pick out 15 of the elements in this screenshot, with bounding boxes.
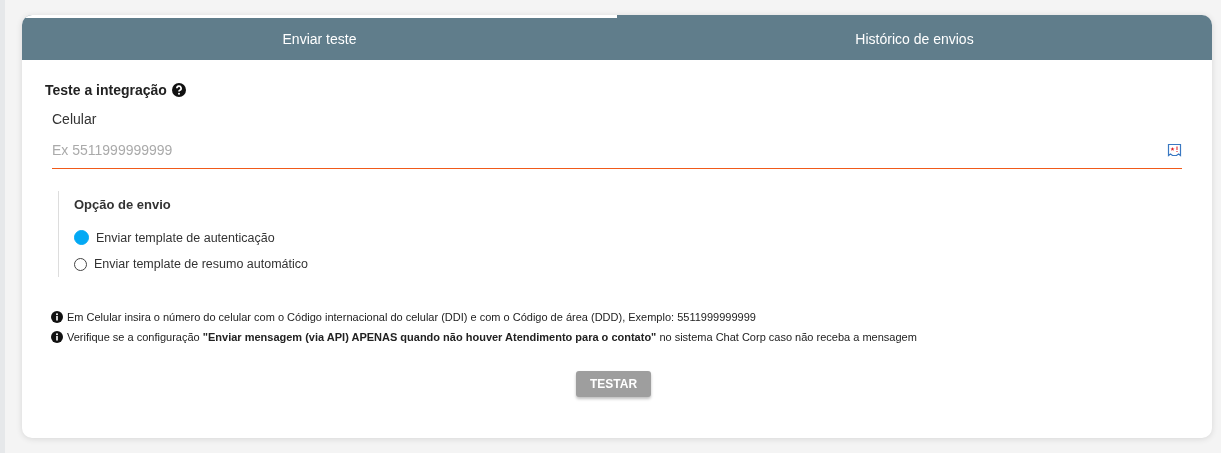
group-title: Opção de envio xyxy=(74,197,172,212)
tab[interactable]: Enviar teste xyxy=(22,15,617,60)
info-note: Verifique se a configuração "Enviar mensagem (via API) APENAS quando não houver Atendimento para o contato" no sistema Chat Corp caso não receba a mensagem xyxy=(67,331,917,343)
section-title: Teste a integração xyxy=(45,82,167,98)
help-icon xyxy=(171,83,186,97)
phone-field[interactable]: Celular Ex 5511999999999 xyxy=(52,110,1182,169)
radio-button[interactable] xyxy=(74,230,89,245)
option-label: Enviar template de autenticação xyxy=(96,230,275,245)
option-label: Enviar template de resumo automático xyxy=(94,257,308,271)
info-icon xyxy=(51,311,63,323)
password-manager-icon xyxy=(1167,142,1182,158)
info-icon xyxy=(51,331,63,343)
field-label: Celular xyxy=(52,111,97,127)
info-note: Em Celular insira o número do celular com o Código internacional do celular (DDI) e com o Código de área (DDD), Exemplo: 5511999999999 xyxy=(67,311,756,323)
tab[interactable]: Histórico de envios xyxy=(617,15,1212,60)
